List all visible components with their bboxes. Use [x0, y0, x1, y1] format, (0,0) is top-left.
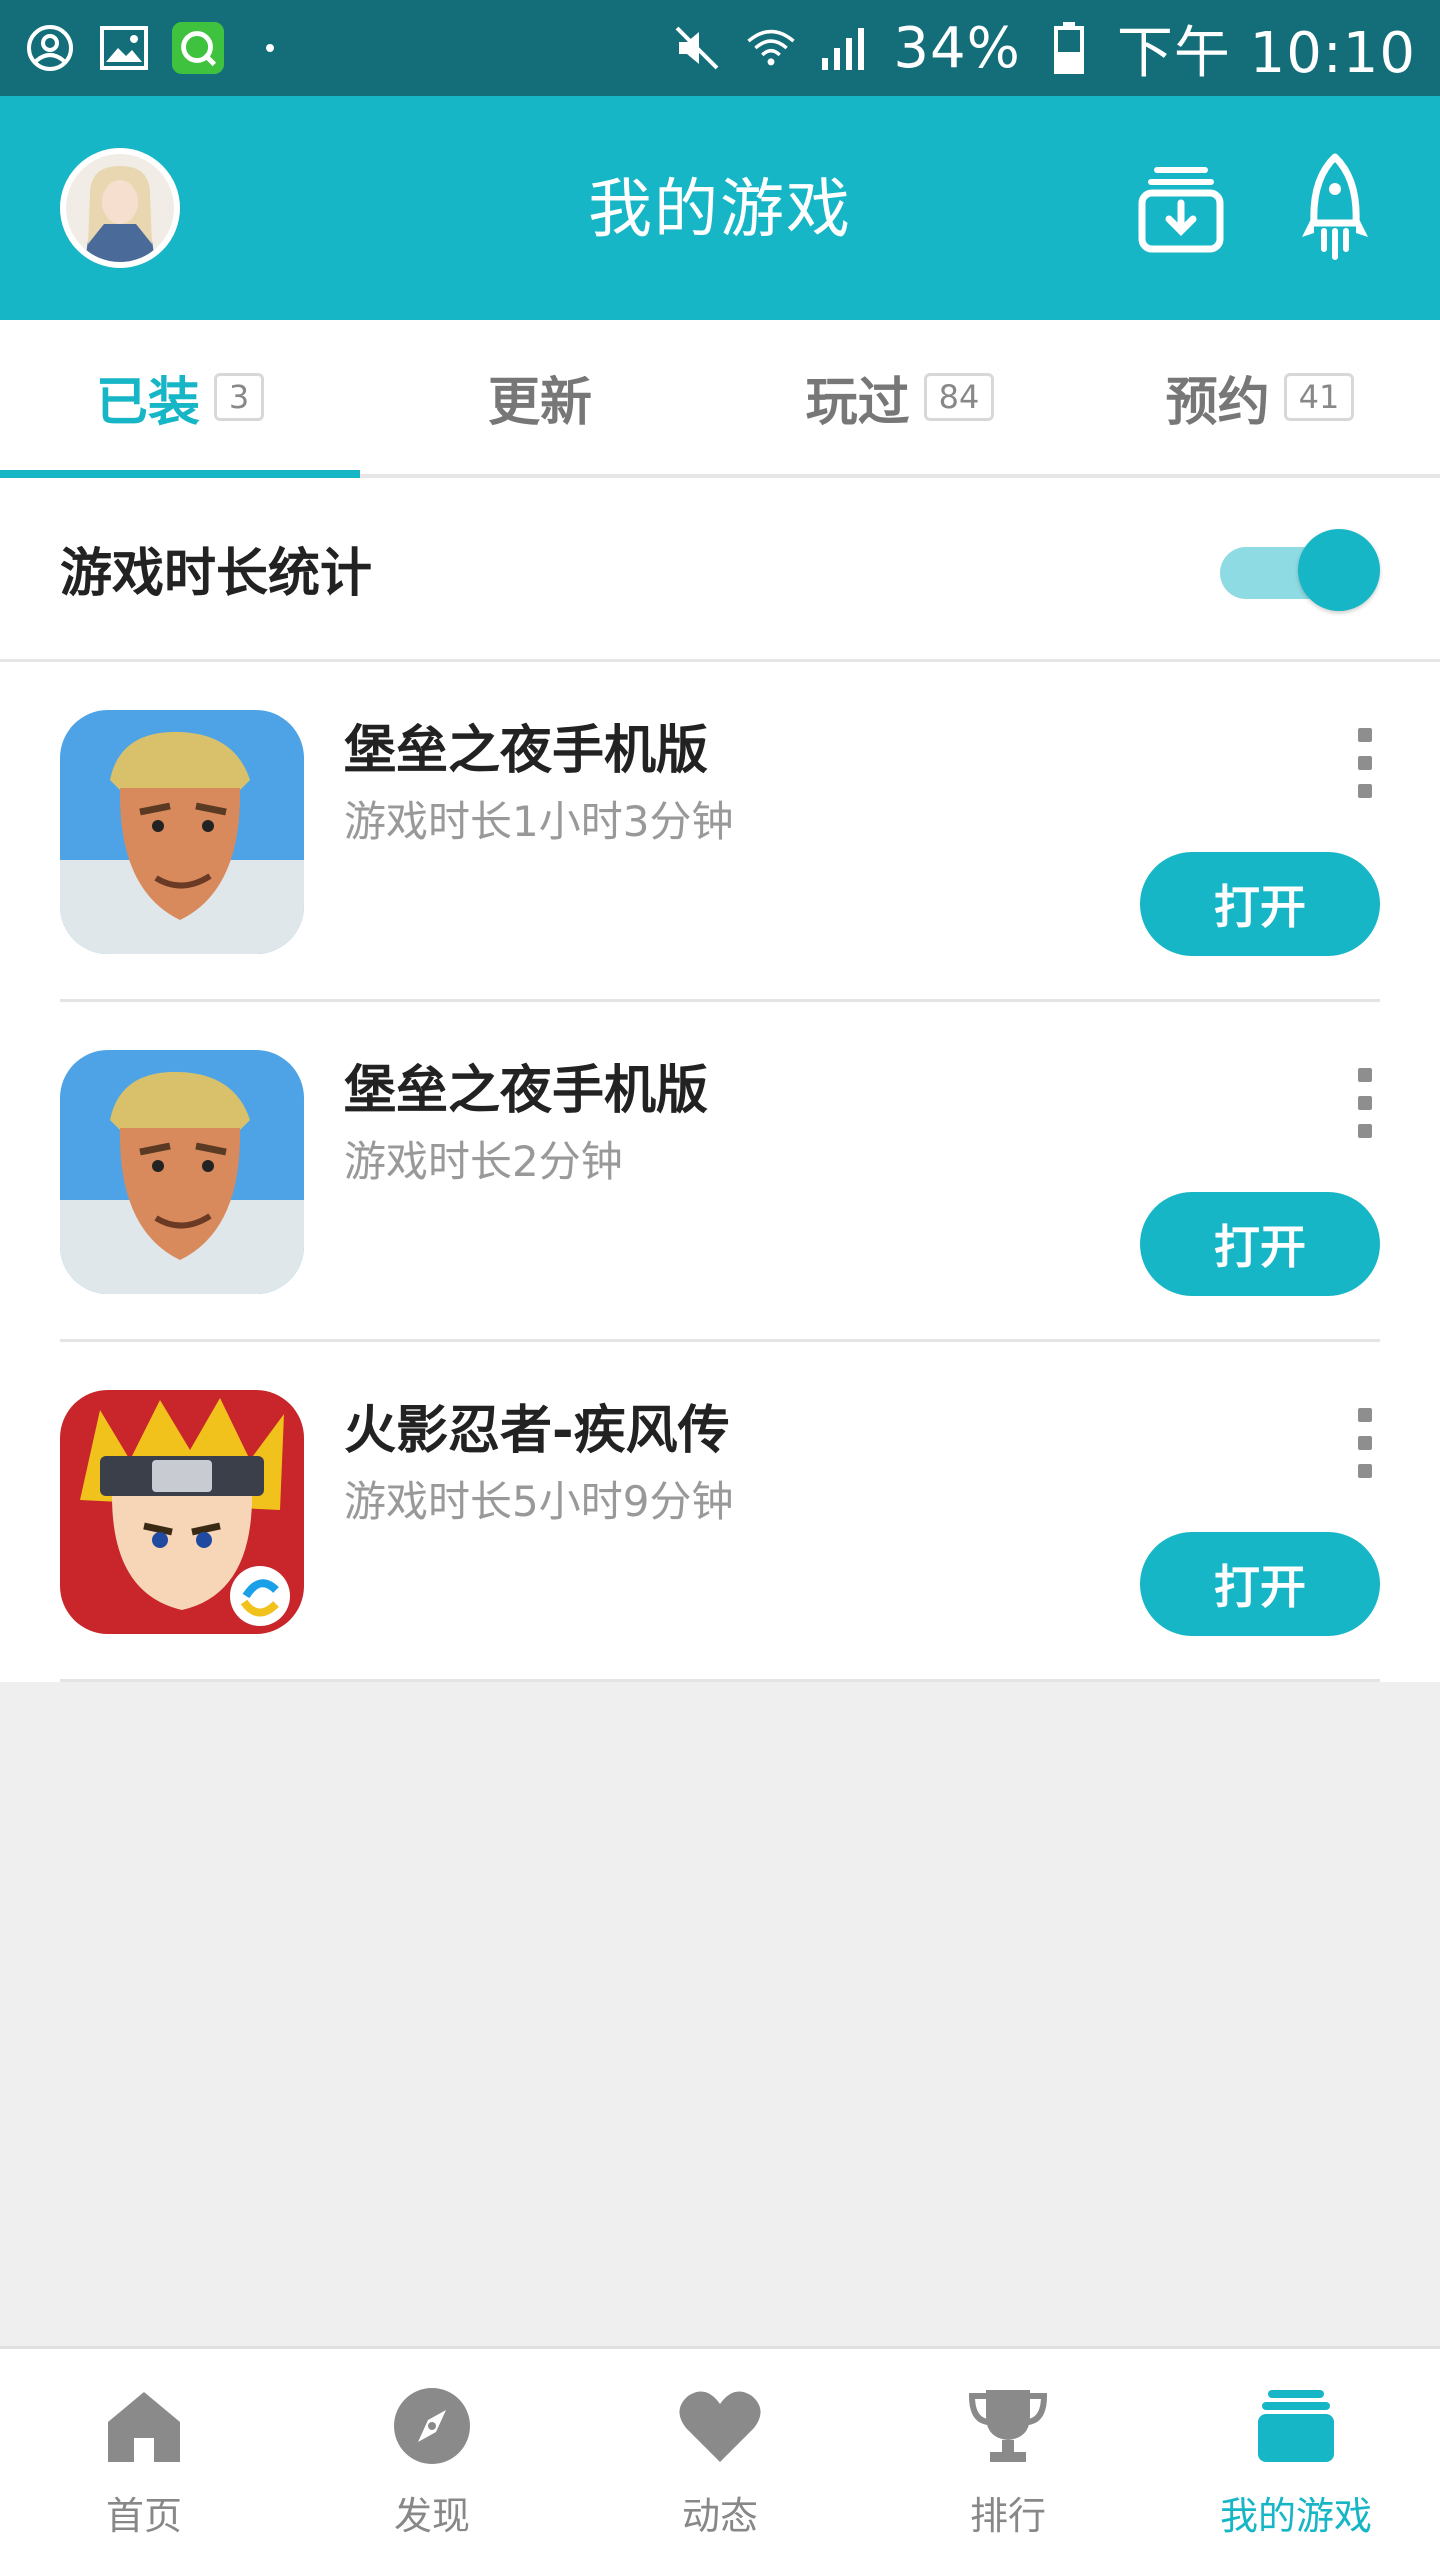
wifi-icon [745, 22, 797, 74]
nav-label: 我的游戏 [1219, 2494, 1372, 2538]
more-options-button[interactable] [1350, 1408, 1380, 1478]
tab-label: 预约 [1165, 372, 1270, 433]
app-bar: 我的游戏 [0, 96, 1440, 320]
gallery-icon [98, 22, 150, 74]
game-name: 火影忍者-疾风传 [344, 1401, 730, 1461]
nav-label: 动态 [681, 2494, 758, 2538]
tab-badge: 41 [1283, 373, 1355, 421]
tab-label: 已装 [95, 372, 200, 433]
game-name: 堡垒之夜手机版 [344, 1061, 709, 1121]
bottom-nav: 首页 发现 动态 排行 我的游戏 [0, 2346, 1440, 2560]
fortnite-icon[interactable] [60, 1050, 304, 1294]
notification-dot [266, 44, 274, 52]
tab-label: 玩过 [805, 372, 910, 433]
open-game-button[interactable]: 打开 [1140, 1192, 1380, 1296]
toggle-thumb [1298, 528, 1380, 611]
naruto-icon[interactable] [60, 1390, 304, 1634]
tab-label: 更新 [487, 372, 592, 433]
compass-icon [387, 2381, 477, 2471]
mute-icon [671, 22, 723, 74]
game-playtime: 游戏时长1小时3分钟 [344, 797, 734, 846]
more-options-button[interactable] [1350, 1068, 1380, 1138]
tab-updates[interactable]: 更新 [360, 320, 720, 474]
rocket-icon [1302, 153, 1368, 260]
status-right-icons: 34% 下午 10:10 [671, 8, 1416, 89]
game-playtime: 游戏时长5小时9分钟 [344, 1477, 734, 1526]
playtime-stats-toggle[interactable] [1220, 528, 1380, 611]
chat-app-icon [172, 22, 224, 74]
playtime-stats-label: 游戏时长统计 [60, 544, 373, 604]
nav-home[interactable]: 首页 [0, 2349, 288, 2560]
open-game-button[interactable]: 打开 [1140, 1532, 1380, 1636]
game-stack-icon [1251, 2381, 1341, 2471]
download-manager-button[interactable] [1126, 148, 1236, 268]
fortnite-icon[interactable] [60, 710, 304, 954]
more-options-button[interactable] [1350, 728, 1380, 798]
installed-games-list: 堡垒之夜手机版 游戏时长1小时3分钟 打开 堡垒之夜手机版 游戏时长2分钟 打开 [0, 662, 1440, 1682]
game-playtime: 游戏时长2分钟 [344, 1137, 623, 1186]
battery-icon [1043, 22, 1095, 74]
status-bar: 34% 下午 10:10 [0, 0, 1440, 96]
battery-percent: 34% [893, 15, 1021, 81]
home-icon [99, 2381, 189, 2471]
signal-icon [819, 22, 871, 74]
nav-ranking[interactable]: 排行 [864, 2349, 1152, 2560]
nav-my-games[interactable]: 我的游戏 [1152, 2349, 1440, 2560]
list-item[interactable]: 堡垒之夜手机版 游戏时长1小时3分钟 打开 [60, 662, 1380, 1002]
tab-installed[interactable]: 已装 3 [0, 320, 360, 478]
list-item[interactable]: 火影忍者-疾风传 游戏时长5小时9分钟 打开 [60, 1342, 1380, 1682]
nav-label: 首页 [105, 2494, 182, 2538]
game-name: 堡垒之夜手机版 [344, 721, 709, 781]
open-game-button[interactable]: 打开 [1140, 852, 1380, 956]
clock: 下午 10:10 [1116, 20, 1416, 86]
playtime-stats-row: 游戏时长统计 [0, 478, 1440, 662]
tab-reserved[interactable]: 预约 41 [1080, 320, 1440, 474]
list-item[interactable]: 堡垒之夜手机版 游戏时长2分钟 打开 [60, 1002, 1380, 1342]
nav-feed[interactable]: 动态 [576, 2349, 864, 2560]
tab-badge: 3 [213, 373, 265, 421]
tab-indicator [0, 470, 360, 478]
trophy-icon [963, 2381, 1053, 2471]
account-circle-icon [24, 22, 76, 74]
tab-played[interactable]: 玩过 84 [720, 320, 1080, 474]
nav-label: 排行 [969, 2494, 1046, 2538]
nav-label: 发现 [393, 2494, 470, 2538]
tab-badge: 84 [923, 373, 995, 421]
speedup-button[interactable] [1280, 148, 1390, 268]
tab-bar: 已装 3 更新 玩过 84 预约 41 [0, 320, 1440, 478]
download-box-icon [1138, 167, 1224, 253]
status-left-icons [24, 22, 274, 74]
nav-discover[interactable]: 发现 [288, 2349, 576, 2560]
heart-icon [675, 2381, 765, 2471]
